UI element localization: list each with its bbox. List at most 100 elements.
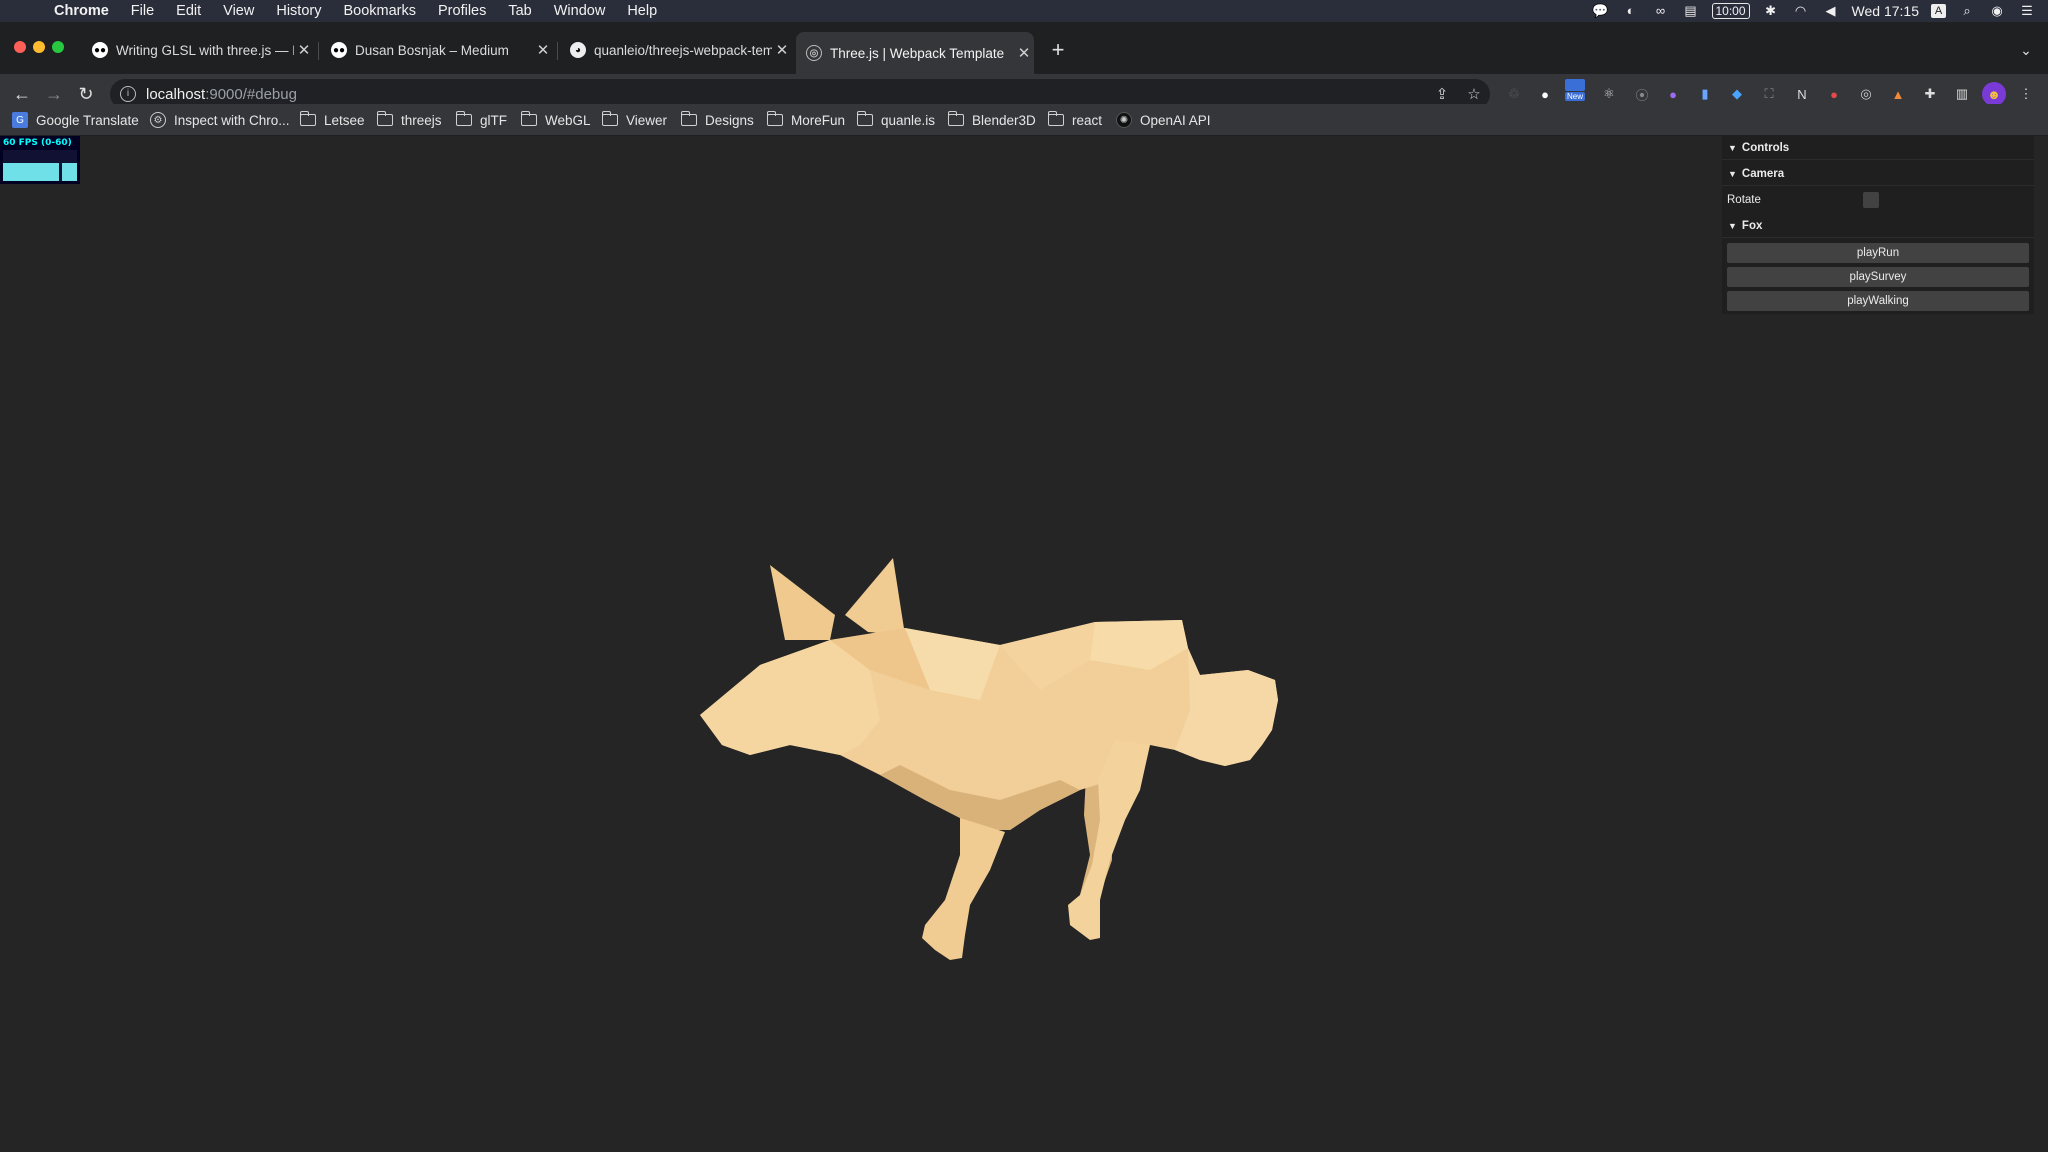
creative-cloud-icon[interactable]: ∞ <box>1652 4 1670 18</box>
folder-icon <box>680 111 697 126</box>
close-tab-icon[interactable]: ✕ <box>294 41 314 59</box>
side-panel-icon[interactable]: ▥ <box>1950 82 1974 106</box>
profile-avatar[interactable]: ☻ <box>1982 82 2006 106</box>
gui-fox-label: Fox <box>1741 219 1763 232</box>
tab-dusan-bosnjak[interactable]: ●● Dusan Bosnjak – Medium ✕ <box>321 34 553 66</box>
volume-icon[interactable]: ◀ <box>1822 4 1840 18</box>
folder-icon <box>299 111 316 126</box>
bookmark-folder-react[interactable]: react <box>1047 108 1102 132</box>
bookmark-label: OpenAI API <box>1140 112 1211 128</box>
tab-search-chevron-icon[interactable]: ⌄ <box>2016 38 2036 62</box>
recycle-extension-icon[interactable]: ♲ <box>1502 82 1526 106</box>
chevron-down-icon: ▼ <box>1728 142 1737 153</box>
minimize-window-icon[interactable] <box>33 41 45 53</box>
bookmark-folder-letsee[interactable]: Letsee <box>299 108 365 132</box>
screenshot-extension-icon[interactable]: ⛶ <box>1757 82 1781 106</box>
target-extension-icon[interactable]: ◎ <box>1854 82 1878 106</box>
bookmark-inspect[interactable]: ⚙ Inspect with Chro... <box>150 108 290 132</box>
fox-ear-left <box>770 565 835 640</box>
extension-icon[interactable]: ● <box>1533 82 1557 106</box>
puzzle-extensions-icon[interactable]: ✚ <box>1918 82 1942 106</box>
bookmark-folder-blender3d[interactable]: Blender3D <box>947 108 1036 132</box>
play-survey-button[interactable]: playSurvey <box>1727 267 2029 287</box>
notion-icon[interactable]: N <box>1790 82 1814 106</box>
bookmark-folder-gltf[interactable]: glTF <box>455 108 507 132</box>
tab-threejs-webpack[interactable]: ◎ Three.js | Webpack Template ✕ <box>796 32 1034 74</box>
gui-controls-title[interactable]: ▼ Controls <box>1722 136 2034 160</box>
menu-bookmarks[interactable]: Bookmarks <box>343 3 416 19</box>
menu-profiles[interactable]: Profiles <box>438 3 486 19</box>
fps-label: 60 FPS (0-60) <box>3 138 72 148</box>
control-center-icon[interactable]: ☰ <box>2018 4 2036 18</box>
menu-window[interactable]: Window <box>554 3 606 19</box>
tab-title: Three.js | Webpack Template <box>830 45 1005 61</box>
bookmark-folder-quanle[interactable]: quanle.is <box>856 108 935 132</box>
bookmark-openai-api[interactable]: ✺ OpenAI API <box>1116 108 1211 132</box>
menu-datetime[interactable]: Wed 17:15 <box>1852 3 1919 19</box>
document-extension-icon[interactable]: ▮ <box>1693 82 1717 106</box>
menu-edit[interactable]: Edit <box>176 3 201 19</box>
new-tab-button[interactable]: + <box>1046 36 1070 64</box>
google-translate-icon: G <box>12 112 28 128</box>
tab-divider <box>557 42 558 60</box>
folder-icon <box>947 111 964 126</box>
github-icon: ◕ <box>570 42 586 58</box>
diamond-extension-icon[interactable]: ◆ <box>1725 82 1749 106</box>
asterisk-icon[interactable]: ✱ <box>1762 4 1780 18</box>
menu-app-name[interactable]: Chrome <box>54 3 109 19</box>
close-tab-icon[interactable]: ✕ <box>1014 44 1034 62</box>
gui-rotate-label: Rotate <box>1727 194 1761 206</box>
menu-history[interactable]: History <box>276 3 321 19</box>
gui-fox-folder[interactable]: ▼ Fox <box>1722 214 2034 238</box>
bookmark-label: Viewer <box>626 112 668 128</box>
bookmark-folder-viewer[interactable]: Viewer <box>601 108 668 132</box>
chrome-menu-icon[interactable]: ⋮ <box>2014 82 2038 106</box>
wifi-icon[interactable]: ◠ <box>1792 4 1810 18</box>
medium-icon: ●● <box>92 42 108 58</box>
menu-view[interactable]: View <box>223 3 254 19</box>
red-extension-icon[interactable]: ● <box>1822 82 1846 106</box>
fps-graph-bar <box>3 163 77 181</box>
chevron-down-icon: ▼ <box>1728 168 1737 179</box>
fps-stats-panel[interactable]: 60 FPS (0-60) <box>0 136 80 184</box>
new-extension-icon[interactable]: New <box>1563 78 1587 102</box>
menu-tab[interactable]: Tab <box>508 3 531 19</box>
spotlight-search-icon[interactable]: ⌕ <box>1958 4 1976 18</box>
bookmark-folder-designs[interactable]: Designs <box>680 108 754 132</box>
tab-writing-glsl[interactable]: ●● Writing GLSL with three.js — P ✕ <box>82 34 314 66</box>
react-devtools-icon[interactable]: ⚛ <box>1597 82 1621 106</box>
fox-tail <box>1175 648 1278 766</box>
redux-devtools-icon[interactable]: ⦿ <box>1630 82 1654 106</box>
site-info-icon[interactable]: i <box>120 86 136 102</box>
gui-camera-label: Camera <box>1741 167 1785 180</box>
leaf-icon[interactable]: ◐ <box>1622 4 1640 18</box>
new-extension-glyph <box>1565 79 1585 91</box>
chat-bubble-icon[interactable]: 💬 <box>1592 4 1610 18</box>
chevron-down-icon: ▼ <box>1728 220 1737 231</box>
rotate-checkbox[interactable] <box>1863 192 1879 208</box>
chrome-inspect-icon: ⚙ <box>150 112 166 128</box>
bookmark-folder-webgl[interactable]: WebGL <box>520 108 591 132</box>
play-walking-button[interactable]: playWalking <box>1727 291 2029 311</box>
bookmark-google-translate[interactable]: G Google Translate <box>12 108 139 132</box>
siri-icon[interactable]: ◉ <box>1988 4 2006 18</box>
bookmark-folder-morefun[interactable]: MoreFun <box>766 108 845 132</box>
drive-icon[interactable]: ▤ <box>1682 4 1700 18</box>
bookmark-label: WebGL <box>545 112 591 128</box>
maximize-window-icon[interactable] <box>52 41 64 53</box>
close-window-icon[interactable] <box>14 41 26 53</box>
timer-badge[interactable]: 10:00 <box>1711 3 1750 19</box>
close-tab-icon[interactable]: ✕ <box>772 41 792 59</box>
purple-extension-icon[interactable]: ● <box>1661 82 1685 106</box>
close-tab-icon[interactable]: ✕ <box>533 41 553 59</box>
bookmark-folder-threejs[interactable]: threejs <box>376 108 442 132</box>
address-host: localhost <box>146 85 206 103</box>
play-run-button[interactable]: playRun <box>1727 243 2029 263</box>
input-source-icon[interactable]: A <box>1931 4 1946 18</box>
menu-help[interactable]: Help <box>627 3 657 19</box>
bookmark-label: threejs <box>401 112 442 128</box>
orange-extension-icon[interactable]: ▲ <box>1886 82 1910 106</box>
menu-file[interactable]: File <box>131 3 154 19</box>
gui-camera-folder[interactable]: ▼ Camera <box>1722 162 2034 186</box>
tab-github-repo[interactable]: ◕ quanleio/threejs-webpack-tem ✕ <box>560 34 792 66</box>
